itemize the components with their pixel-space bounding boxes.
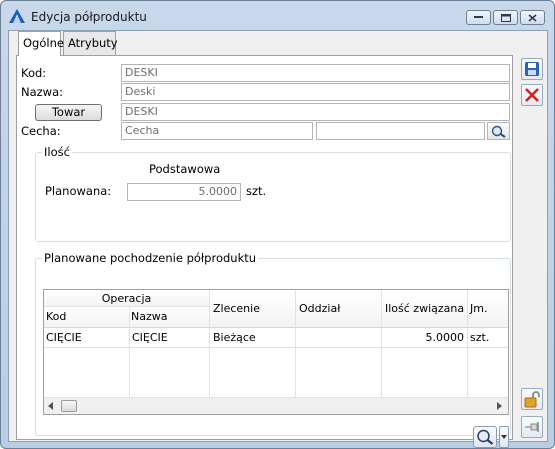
window: Edycja półproduktu Ogólne Atrybuty Kod: …	[0, 0, 555, 449]
close-window-button[interactable]	[520, 10, 545, 25]
horizontal-scrollbar[interactable]	[44, 397, 508, 414]
search-options-dropdown[interactable]	[499, 426, 509, 448]
scroll-left-arrow-icon[interactable]	[48, 402, 54, 410]
window-title: Edycja półproduktu	[31, 10, 147, 24]
nazwa-label: Nazwa:	[21, 85, 64, 99]
pin-button[interactable]	[521, 416, 543, 438]
close-icon	[528, 13, 537, 22]
minimize-button[interactable]	[466, 10, 491, 25]
ilosc-group: Ilość Podstawowa Planowana: 5.0000 szt.	[35, 145, 511, 242]
magnifier-icon	[477, 429, 494, 445]
cell-nazwa: CIĘCIE	[132, 331, 168, 344]
nazwa-field[interactable]: Deski	[121, 83, 510, 101]
cecha-field[interactable]: Cecha	[121, 122, 313, 140]
unlock-button[interactable]	[521, 388, 543, 410]
cell-ilosc-zwiazana: 5.0000	[425, 331, 465, 344]
maximize-icon	[500, 13, 511, 22]
tab-ogolne[interactable]: Ogólne	[18, 31, 64, 56]
maximize-button[interactable]	[493, 10, 518, 25]
kod-label: Kod:	[21, 66, 47, 80]
column-header-nazwa[interactable]: Nazwa	[129, 307, 209, 327]
magnifier-icon	[491, 125, 506, 138]
cell-jm: szt.	[470, 331, 490, 344]
window-client: Ogólne Atrybuty Kod: DESKI Nazwa: Deski …	[8, 30, 548, 448]
column-header-zlecenie[interactable]: Zlecenie	[210, 290, 295, 327]
towar-button[interactable]: Towar	[35, 104, 102, 121]
pin-icon	[525, 422, 539, 432]
title-bar: Edycja półproduktu	[1, 1, 554, 31]
cecha-label: Cecha:	[21, 124, 61, 138]
ilosc-group-title: Ilość	[42, 145, 72, 159]
column-header-oddzial[interactable]: Oddział	[296, 290, 381, 327]
app-logo-icon	[9, 9, 25, 23]
minimize-icon	[474, 16, 483, 18]
podstawowa-header: Podstawowa	[149, 162, 221, 176]
column-header-kod[interactable]: Kod	[44, 307, 129, 327]
kod-field[interactable]: DESKI	[121, 64, 510, 82]
table-row[interactable]: CIĘCIE CIĘCIE Bieżące 5.0000 szt.	[44, 328, 508, 348]
operacja-group-header: Operacja	[44, 290, 209, 307]
general-panel: Kod: DESKI Nazwa: Deski Towar DESKI Cech…	[16, 55, 513, 448]
floppy-disk-icon	[525, 62, 539, 76]
towar-field[interactable]: DESKI	[121, 103, 510, 121]
cell-zlecenie: Bieżące	[213, 331, 256, 344]
chevron-down-icon	[501, 435, 507, 439]
unit-label: szt.	[246, 184, 267, 198]
tab-atrybuty[interactable]: Atrybuty	[63, 31, 118, 55]
planowana-label: Planowana:	[45, 184, 112, 198]
cell-kod: CIĘCIE	[46, 331, 82, 344]
open-padlock-icon	[524, 391, 540, 408]
table-search-button[interactable]	[473, 426, 497, 448]
planowana-quantity-field[interactable]: 5.0000	[127, 183, 241, 201]
column-header-jm[interactable]: Jm.	[468, 290, 508, 327]
pochodzenie-table: Operacja Kod Nazwa Zlecenie Oddział Iloś…	[43, 289, 509, 415]
save-button[interactable]	[521, 58, 543, 80]
cancel-button[interactable]	[521, 84, 543, 106]
cecha-search-button[interactable]	[487, 122, 510, 140]
column-header-ilosc-zwiazana[interactable]: Ilość związana	[382, 290, 467, 327]
pochodzenie-group-title: Planowane pochodzenie półproduktu	[42, 251, 259, 265]
cecha-value-field[interactable]	[316, 122, 485, 140]
scroll-thumb[interactable]	[61, 400, 77, 412]
red-x-icon	[525, 88, 539, 102]
scroll-right-arrow-icon[interactable]	[497, 402, 503, 410]
